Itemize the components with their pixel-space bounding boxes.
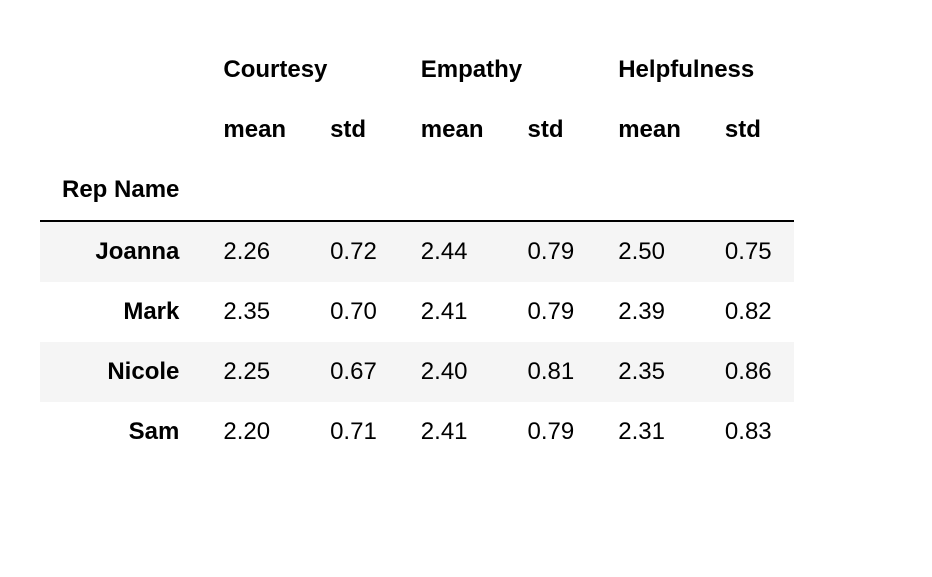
cell-value: 2.31 [596,402,703,462]
table-row: Sam 2.20 0.71 2.41 0.79 2.31 0.83 [40,402,794,462]
header-row-metrics: Courtesy Empathy Helpfulness [40,40,794,100]
header-courtesy-std: std [308,100,399,160]
cell-value: 0.79 [506,221,597,282]
cell-value: 2.41 [399,402,506,462]
header-spacer [308,160,399,221]
cell-value: 2.40 [399,342,506,402]
header-courtesy-mean: mean [201,100,308,160]
header-helpfulness-mean: mean [596,100,703,160]
cell-value: 0.79 [506,282,597,342]
cell-value: 2.41 [399,282,506,342]
row-name: Mark [40,282,201,342]
cell-value: 0.75 [703,221,794,282]
row-name: Nicole [40,342,201,402]
cell-value: 2.35 [596,342,703,402]
cell-value: 0.67 [308,342,399,402]
cell-value: 2.35 [201,282,308,342]
header-spacer [201,160,308,221]
cell-value: 0.72 [308,221,399,282]
index-label: Rep Name [40,160,201,221]
cell-value: 0.70 [308,282,399,342]
header-helpfulness: Helpfulness [596,40,793,100]
cell-value: 0.86 [703,342,794,402]
cell-value: 2.50 [596,221,703,282]
row-name: Sam [40,402,201,462]
header-blank [40,40,201,100]
header-courtesy: Courtesy [201,40,398,100]
cell-value: 2.26 [201,221,308,282]
cell-value: 0.82 [703,282,794,342]
header-spacer [596,160,703,221]
cell-value: 0.79 [506,402,597,462]
cell-value: 2.44 [399,221,506,282]
header-blank-2 [40,100,201,160]
header-row-stats: mean std mean std mean std [40,100,794,160]
header-empathy-std: std [506,100,597,160]
header-empathy: Empathy [399,40,596,100]
cell-value: 2.39 [596,282,703,342]
header-empathy-mean: mean [399,100,506,160]
cell-value: 2.20 [201,402,308,462]
cell-value: 2.25 [201,342,308,402]
header-row-index: Rep Name [40,160,794,221]
table-row: Joanna 2.26 0.72 2.44 0.79 2.50 0.75 [40,221,794,282]
table-row: Mark 2.35 0.70 2.41 0.79 2.39 0.82 [40,282,794,342]
header-spacer [506,160,597,221]
header-spacer [703,160,794,221]
header-helpfulness-std: std [703,100,794,160]
header-spacer [399,160,506,221]
cell-value: 0.71 [308,402,399,462]
cell-value: 0.83 [703,402,794,462]
cell-value: 0.81 [506,342,597,402]
table-row: Nicole 2.25 0.67 2.40 0.81 2.35 0.86 [40,342,794,402]
stats-table: Courtesy Empathy Helpfulness mean std me… [40,40,794,462]
row-name: Joanna [40,221,201,282]
